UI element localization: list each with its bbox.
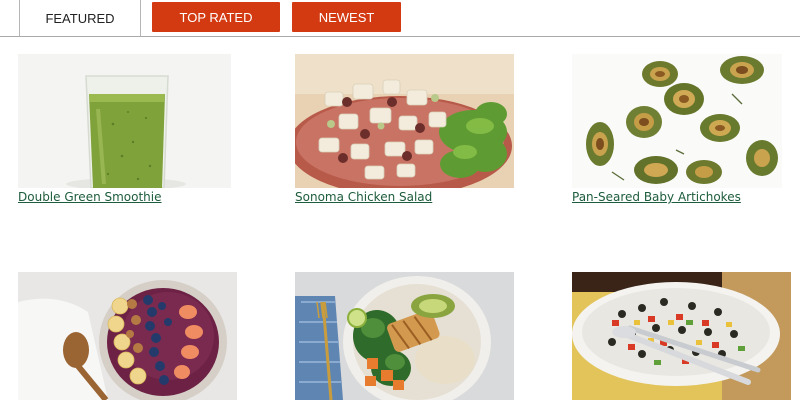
chicken-salad-image[interactable] xyxy=(295,54,514,188)
tab-divider xyxy=(0,36,800,37)
tab-newest[interactable]: NEWEST xyxy=(292,2,401,32)
recipe-title-link[interactable]: Sonoma Chicken Salad xyxy=(295,190,432,204)
green-smoothie-image[interactable] xyxy=(18,54,231,188)
acai-bowl-image[interactable] xyxy=(18,272,237,400)
chicken-grain-bowl-image[interactable] xyxy=(295,272,514,400)
recipe-title-link[interactable]: Double Green Smoothie xyxy=(18,190,162,204)
tab-top-rated[interactable]: TOP RATED xyxy=(152,2,280,32)
recipe-tab-bar: FEATURED TOP RATED NEWEST xyxy=(0,0,800,37)
artichokes-image[interactable] xyxy=(572,54,782,188)
recipe-title-link[interactable]: Pan-Seared Baby Artichokes xyxy=(572,190,741,204)
black-bean-salad-image[interactable] xyxy=(572,272,791,400)
tab-featured[interactable]: FEATURED xyxy=(19,0,141,37)
